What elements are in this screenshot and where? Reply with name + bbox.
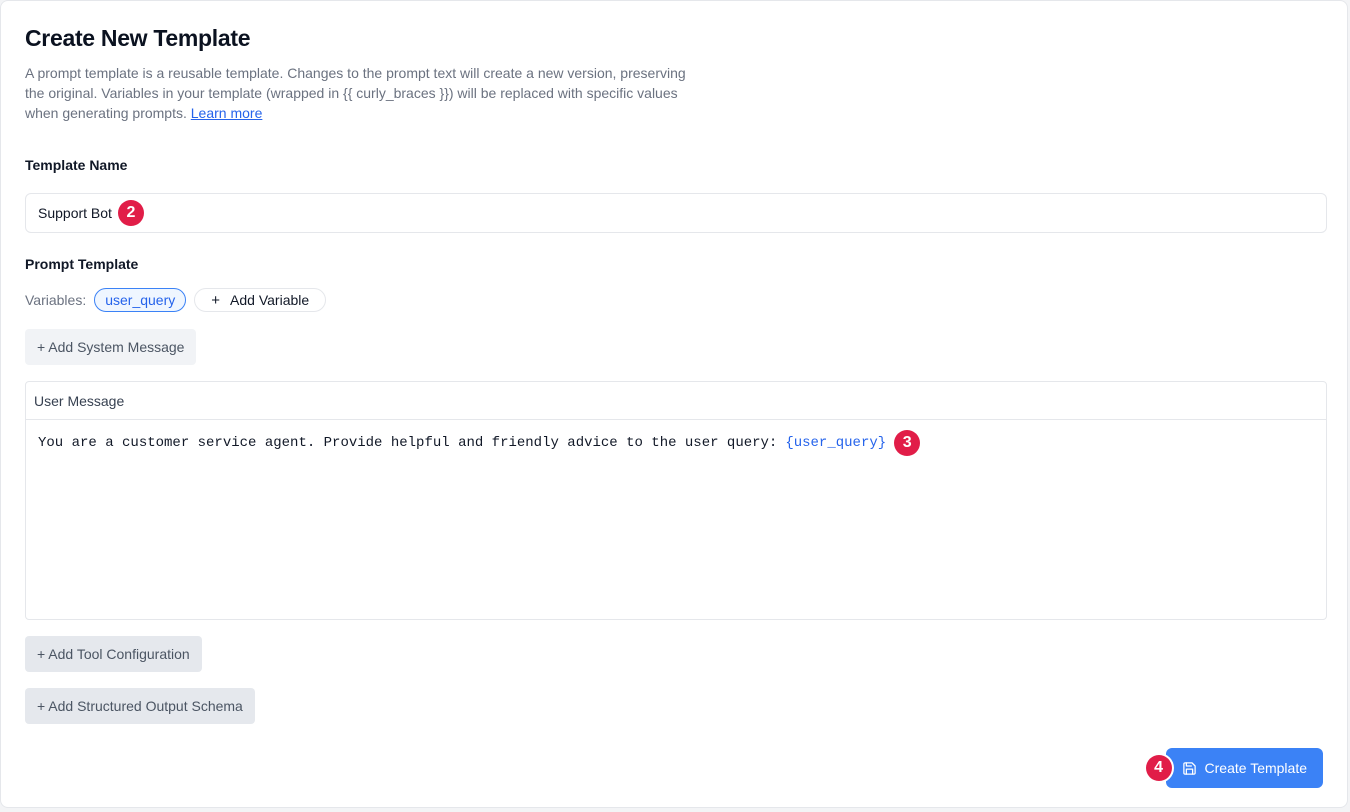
- create-template-card: Create New Template A prompt template is…: [0, 0, 1348, 808]
- step-marker-2: 2: [117, 200, 144, 226]
- add-system-message-button[interactable]: + Add System Message: [25, 329, 197, 365]
- description-text: A prompt template is a reusable template…: [25, 65, 686, 121]
- user-message-textarea[interactable]: You are a customer service agent. Provid…: [26, 420, 1326, 466]
- template-name-input[interactable]: Support Bot 2: [25, 193, 1327, 233]
- template-name-label: Template Name: [25, 157, 128, 173]
- prompt-template-label: Prompt Template: [25, 256, 139, 272]
- variables-label: Variables:: [25, 292, 87, 308]
- add-variable-button[interactable]: + Add Variable: [194, 288, 327, 312]
- create-template-button[interactable]: Create Template: [1165, 748, 1323, 788]
- save-icon: [1182, 761, 1196, 775]
- user-message-editor: User Message You are a customer service …: [25, 381, 1327, 620]
- variables-row: Variables: user_query + Add Variable: [25, 288, 327, 312]
- add-variable-label: Add Variable: [230, 292, 310, 308]
- template-name-value: Support Bot: [38, 205, 112, 221]
- add-tool-configuration-button[interactable]: + Add Tool Configuration: [25, 636, 202, 672]
- user-message-header: User Message: [26, 382, 1326, 420]
- step-marker-4: 4: [1145, 755, 1172, 781]
- create-template-label: Create Template: [1204, 760, 1307, 776]
- learn-more-link[interactable]: Learn more: [191, 105, 263, 121]
- create-template-area: 4 Create Template: [1145, 748, 1323, 788]
- add-structured-output-schema-button[interactable]: + Add Structured Output Schema: [25, 688, 255, 724]
- plus-icon: +: [211, 291, 221, 309]
- page-description: A prompt template is a reusable template…: [25, 63, 695, 123]
- user-message-text: You are a customer service agent. Provid…: [38, 435, 778, 451]
- step-marker-3: 3: [894, 430, 921, 456]
- page-title: Create New Template: [25, 25, 251, 51]
- message-variable-token: {user_query}: [785, 435, 887, 451]
- variable-chip[interactable]: user_query: [94, 288, 187, 312]
